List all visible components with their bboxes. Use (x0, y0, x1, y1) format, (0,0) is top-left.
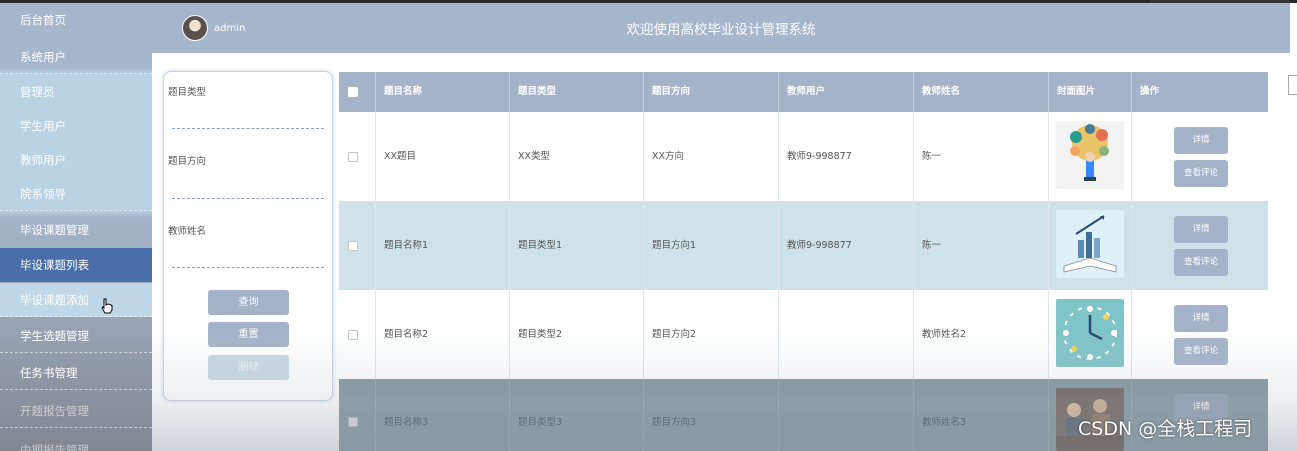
table-header: 题目名称 题目类型 题目方向 教师用户 教师姓名 封面图片 操作 (339, 72, 1268, 112)
cell-teacher-name: 教师姓名3 (914, 379, 1049, 451)
col-actions: 操作 (1140, 86, 1160, 97)
row-checkbox[interactable] (348, 330, 358, 340)
sidebar: 后台首页 系统用户 管理员 学生用户 教师用户 院系领导 毕设课题管理 毕设课题… (0, 3, 152, 451)
cell-topic-name: 题目名称2 (376, 290, 510, 379)
cell-teacher-user: 教师9-998877 (779, 112, 914, 201)
top-header: admin 欢迎使用高校毕业设计管理系统 (152, 3, 1290, 53)
sidebar-item-system-users[interactable]: 系统用户 (0, 40, 152, 74)
cover-image (1056, 299, 1124, 367)
cell-topic-type: XX类型 (510, 112, 644, 201)
sidebar-item-task-manage[interactable]: 任务书管理 (0, 356, 152, 390)
cell-topic-direction: 题目方向3 (644, 379, 779, 451)
col-topic-type[interactable]: 题目类型 (510, 72, 644, 112)
select-all-checkbox[interactable] (348, 87, 358, 97)
cover-image (1056, 121, 1124, 189)
reset-button[interactable]: 重置 (208, 322, 289, 347)
cell-teacher-name: 教师姓名2 (914, 290, 1049, 379)
teacher-filter-input[interactable] (172, 267, 324, 268)
direction-filter-label: 题目方向 (168, 156, 207, 167)
sidebar-item-student-users[interactable]: 学生用户 (0, 109, 152, 143)
cell-teacher-user: 教师9-998877 (779, 201, 914, 290)
sidebar-item-student-selection[interactable]: 学生选题管理 (0, 319, 152, 353)
col-teacher-name[interactable]: 教师姓名 (914, 72, 1049, 112)
detail-button[interactable]: 详情 (1174, 305, 1228, 332)
sidebar-item-topic-add[interactable]: 毕设课题添加 (0, 283, 152, 317)
cover-image (1056, 210, 1124, 278)
watermark: CSDN @全栈工程司 (1078, 418, 1253, 440)
col-teacher-user[interactable]: 教师用户 (779, 72, 914, 112)
sidebar-item-topic-manage[interactable]: 毕设课题管理 (0, 213, 152, 247)
hand-cursor-icon (101, 298, 113, 314)
cell-topic-name: 题目名称3 (376, 379, 510, 451)
cell-topic-name: 题目名称1 (376, 201, 510, 290)
sidebar-item-home[interactable]: 后台首页 (0, 3, 152, 37)
col-topic-direction[interactable]: 题目方向 (644, 72, 779, 112)
select-all-cell (339, 72, 376, 112)
type-filter-label: 题目类型 (168, 87, 207, 98)
delete-button[interactable]: 删除 (208, 355, 289, 380)
detail-button[interactable]: 详情 (1174, 216, 1228, 243)
col-cover-image: 封面图片 (1049, 72, 1132, 112)
table-row[interactable]: XX题目 XX类型 XX方向 教师9-998877 陈一 详情 查看评论 (339, 112, 1268, 201)
direction-filter-input[interactable] (172, 198, 324, 199)
row-checkbox[interactable] (348, 241, 358, 251)
sidebar-item-proposal-manage[interactable]: 开题报告管理 (0, 394, 152, 428)
table-row[interactable]: 题目名称2 题目类型2 题目方向2 教师姓名2 详情 查看评论 (339, 290, 1268, 379)
cell-topic-type: 题目类型1 (510, 201, 644, 290)
sidebar-item-teacher-users[interactable]: 教师用户 (0, 143, 152, 177)
filter-panel: 题目类型 题目方向 教师姓名 查询 重置 删除 (163, 71, 333, 401)
topic-table: 题目名称 题目类型 题目方向 教师用户 教师姓名 封面图片 操作 XX题目 XX… (339, 72, 1268, 451)
cell-teacher-user (779, 379, 914, 451)
cell-topic-name: XX题目 (376, 112, 510, 201)
cell-topic-type: 题目类型2 (510, 290, 644, 379)
page-title: 欢迎使用高校毕业设计管理系统 (626, 22, 816, 38)
view-comments-button[interactable]: 查看评论 (1174, 338, 1228, 365)
cell-topic-direction: 题目方向1 (644, 201, 779, 290)
cell-teacher-name: 陈一 (914, 201, 1049, 290)
sidebar-item-midterm-manage[interactable]: 中期报告管理 (0, 433, 152, 451)
sidebar-item-topic-list[interactable]: 毕设课题列表 (0, 248, 152, 282)
row-checkbox[interactable] (348, 152, 358, 162)
view-comments-button[interactable]: 查看评论 (1174, 249, 1228, 276)
detail-button[interactable]: 详情 (1174, 127, 1228, 154)
col-topic-name[interactable]: 题目名称 (376, 72, 510, 112)
sidebar-item-admin[interactable]: 管理员 (0, 75, 152, 109)
cell-teacher-name: 陈一 (914, 112, 1049, 201)
row-checkbox[interactable] (348, 417, 358, 427)
table-row[interactable]: 题目名称1 题目类型1 题目方向1 教师9-998877 陈一 详情 查看评论 (339, 201, 1268, 290)
query-button[interactable]: 查询 (208, 290, 289, 315)
header-edge (1150, 0, 1290, 3)
sidebar-item-department-leaders[interactable]: 院系领导 (0, 177, 152, 211)
teacher-filter-label: 教师姓名 (168, 226, 207, 237)
cell-topic-type: 题目类型3 (510, 379, 644, 451)
type-filter-input[interactable] (172, 128, 324, 129)
view-comments-button[interactable]: 查看评论 (1174, 160, 1228, 187)
cell-topic-direction: 题目方向2 (644, 290, 779, 379)
cell-teacher-user (779, 290, 914, 379)
scroll-edge (1288, 75, 1297, 95)
cell-topic-direction: XX方向 (644, 112, 779, 201)
